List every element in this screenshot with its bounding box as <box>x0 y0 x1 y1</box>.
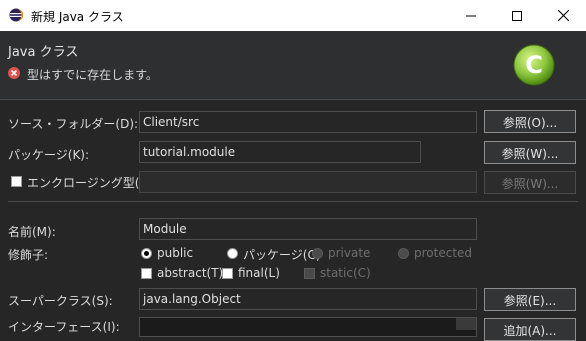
maximize-button[interactable] <box>494 0 540 31</box>
enclosing-type-checkbox[interactable] <box>11 176 22 187</box>
minimize-button[interactable] <box>448 0 494 31</box>
superclass-label: スーパークラス(S): <box>8 294 113 308</box>
section-separator <box>8 201 578 202</box>
name-label: 名前(M): <box>8 225 56 239</box>
modifiers-label: 修飾子: <box>8 248 49 262</box>
minimize-icon <box>466 15 476 16</box>
maximize-icon <box>512 10 522 21</box>
static-checkbox <box>304 268 315 279</box>
page-title: Java クラス <box>8 45 79 60</box>
package-label: パッケージ(K): <box>8 148 90 162</box>
source-folder-label: ソース・フォルダー(D): <box>8 117 139 131</box>
protected-radio <box>398 248 409 259</box>
enclosing-type-label: エンクロージング型(Y): <box>27 176 156 190</box>
error-icon <box>8 67 20 79</box>
package-radio-label: パッケージ(C) <box>243 248 321 262</box>
abstract-checkbox[interactable] <box>141 268 152 279</box>
browse-package-button[interactable]: 参照(W)... <box>484 141 576 164</box>
final-label: final(L) <box>238 266 280 280</box>
header-separator <box>0 99 586 100</box>
close-icon <box>557 10 569 21</box>
title-bar: 新規 Java クラス <box>0 0 586 31</box>
browse-source-folder-button[interactable]: 参照(O)... <box>484 110 576 133</box>
private-label: private <box>328 246 371 260</box>
browse-superclass-button[interactable]: 参照(E)... <box>484 288 576 311</box>
superclass-field[interactable]: java.lang.Object <box>139 288 477 310</box>
abstract-label: abstract(T) <box>157 266 224 280</box>
window-title: 新規 Java クラス <box>31 10 124 24</box>
browse-enclosing-type-button: 参照(W)... <box>484 171 576 194</box>
class-name-field[interactable]: Module <box>139 218 477 240</box>
source-folder-field[interactable]: Client/src <box>139 111 477 133</box>
package-radio[interactable] <box>227 248 238 259</box>
private-radio <box>312 248 323 259</box>
interfaces-label: インターフェース(I): <box>8 320 120 334</box>
public-label: public <box>157 246 194 260</box>
eclipse-app-icon <box>9 8 23 22</box>
protected-label: protected <box>414 246 473 260</box>
public-radio[interactable] <box>141 248 152 259</box>
new-class-banner-icon: C <box>513 44 555 86</box>
interfaces-scrollbar[interactable] <box>456 318 476 330</box>
enclosing-type-field <box>139 171 477 193</box>
static-label: static(C) <box>320 266 371 280</box>
error-message: 型はすでに存在します。 <box>27 68 158 82</box>
wizard-header: Java クラス 型はすでに存在します。 <box>0 31 586 99</box>
close-button[interactable] <box>540 0 586 31</box>
banner-glyph: C <box>525 51 543 79</box>
interfaces-list[interactable] <box>139 317 477 337</box>
final-checkbox[interactable] <box>222 268 233 279</box>
package-field[interactable]: tutorial.module <box>139 141 421 163</box>
